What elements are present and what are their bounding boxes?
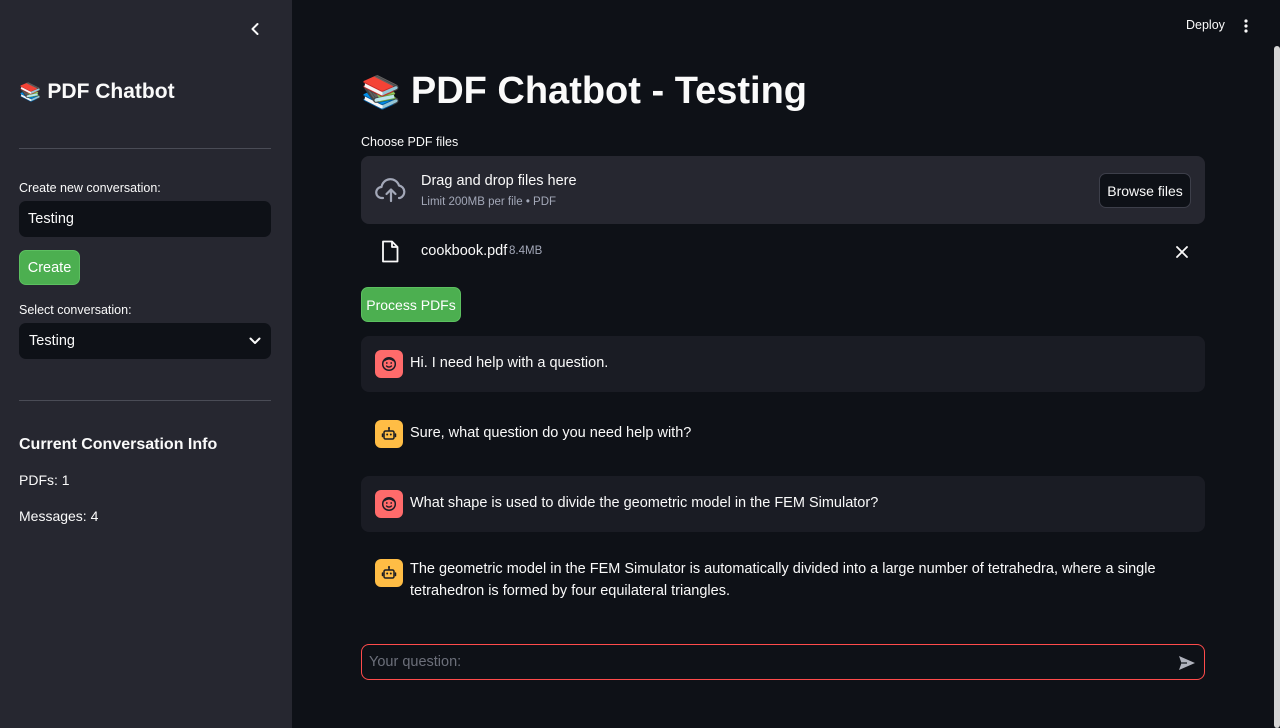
sidebar-divider xyxy=(19,148,271,149)
conversation-info-heading: Current Conversation Info xyxy=(19,436,218,453)
main-menu-button[interactable] xyxy=(1238,16,1254,36)
robot-icon xyxy=(381,427,397,440)
books-icon: 📚 xyxy=(19,81,42,102)
chevron-left-icon xyxy=(251,23,259,35)
pdf-count: PDFs: 1 xyxy=(19,472,70,488)
send-button[interactable] xyxy=(1177,653,1197,673)
sidebar-divider xyxy=(19,400,271,401)
message-text: Hi. I need help with a question. xyxy=(410,355,609,371)
create-button[interactable]: Create xyxy=(19,250,80,285)
deploy-button[interactable]: Deploy xyxy=(1186,18,1225,32)
dropzone-instructions: Drag and drop files here xyxy=(421,173,577,189)
process-pdfs-button[interactable]: Process PDFs xyxy=(361,287,461,322)
chat-input-container xyxy=(361,644,1205,680)
sidebar-title-text: PDF Chatbot xyxy=(47,80,175,103)
remove-file-button[interactable] xyxy=(1173,243,1191,261)
chat-message-user: What shape is used to divide the geometr… xyxy=(361,476,1205,532)
page-title-text: PDF Chatbot - Testing xyxy=(410,70,807,112)
uploaded-file: cookbook.pdf 8.4MB xyxy=(361,234,1205,270)
chevron-down-icon xyxy=(249,337,261,344)
scrollbar[interactable] xyxy=(1274,46,1280,728)
more-vertical-icon xyxy=(1244,19,1248,33)
assistant-avatar xyxy=(375,559,403,587)
cloud-upload-icon xyxy=(375,178,406,203)
create-conversation-label: Create new conversation: xyxy=(19,181,161,195)
send-icon xyxy=(1179,656,1195,670)
conversation-select[interactable]: Testing xyxy=(19,323,271,359)
dropzone-limit: Limit 200MB per file • PDF xyxy=(421,196,557,208)
message-text: The geometric model in the FEM Simulator… xyxy=(410,561,1156,599)
browse-files-button[interactable]: Browse files xyxy=(1099,173,1191,208)
robot-icon xyxy=(381,566,397,579)
chat-message-assistant: The geometric model in the FEM Simulator… xyxy=(361,546,1205,624)
chat-message-user: Hi. I need help with a question. xyxy=(361,336,1205,392)
close-icon xyxy=(1176,246,1188,258)
assistant-avatar xyxy=(375,420,403,448)
page-title: 📚 PDF Chatbot - Testing xyxy=(361,70,807,113)
chat-message-assistant: Sure, what question do you need help wit… xyxy=(361,406,1205,462)
books-icon: 📚 xyxy=(361,73,401,110)
user-avatar xyxy=(375,490,403,518)
smiley-face-icon xyxy=(381,496,397,512)
message-text: What shape is used to divide the geometr… xyxy=(410,495,879,511)
sidebar-title: 📚 PDF Chatbot xyxy=(19,80,175,104)
select-conversation-label: Select conversation: xyxy=(19,303,132,317)
question-input[interactable] xyxy=(369,645,1159,679)
file-dropzone[interactable]: Drag and drop files here Limit 200MB per… xyxy=(361,156,1205,224)
file-name: cookbook.pdf xyxy=(421,243,508,259)
file-icon xyxy=(382,240,399,263)
conversation-select-value: Testing xyxy=(29,333,75,349)
user-avatar xyxy=(375,350,403,378)
file-size: 8.4MB xyxy=(509,245,543,257)
sidebar: 📚 PDF Chatbot Create new conversation: T… xyxy=(0,0,292,728)
message-count: Messages: 4 xyxy=(19,508,99,524)
message-text: Sure, what question do you need help wit… xyxy=(410,425,692,441)
new-conversation-input[interactable]: Testing xyxy=(19,201,271,237)
smiley-face-icon xyxy=(381,356,397,372)
collapse-sidebar-button[interactable] xyxy=(244,18,266,40)
file-uploader-label: Choose PDF files xyxy=(361,135,459,149)
